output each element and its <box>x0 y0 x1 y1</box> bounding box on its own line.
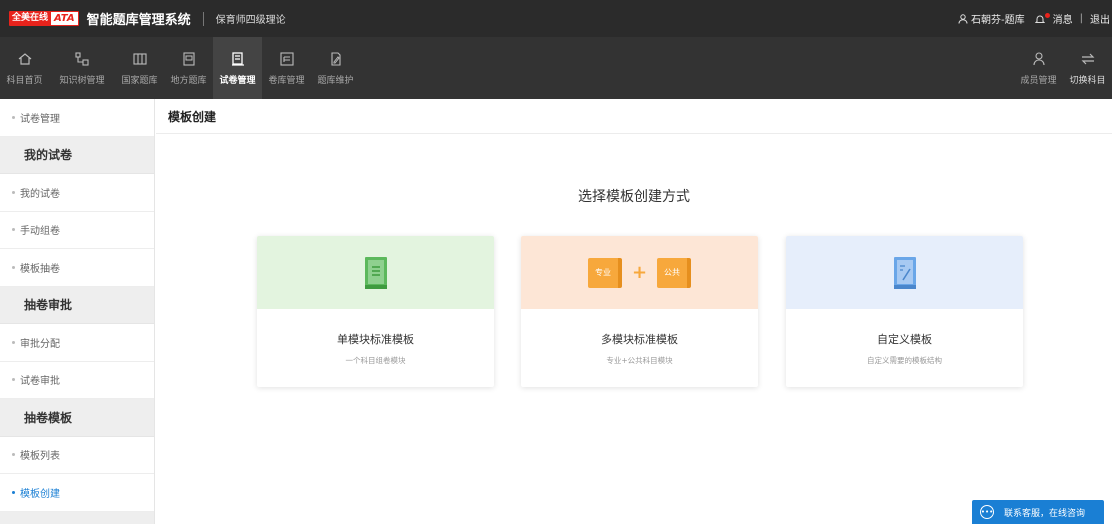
messages-label: 消息 <box>1052 15 1073 26</box>
bullet-dot <box>12 378 15 382</box>
sidebar: 试卷管理 我的试卷 我的试卷 手动组卷 模板抽卷 抽卷审批 审批分配 试卷审批 … <box>0 99 155 524</box>
sidebar-item-template-create[interactable]: 模板创建 <box>0 474 154 512</box>
nav-label: 科目首页 <box>6 75 43 86</box>
sidebar-item-approval-assign[interactable]: 审批分配 <box>0 324 154 362</box>
sidebar-item-template-list[interactable]: 模板列表 <box>0 437 154 474</box>
bullet-dot <box>12 115 15 119</box>
online-support-label: 联系客服，在线咨询 <box>1004 508 1086 519</box>
user-name: 石朝芬-题库 <box>971 15 1025 26</box>
top-header-bar: 全美在线 ATA 智能题库管理系统 保育师四级理论 石朝芬-题库 消息 | 退出 <box>0 0 1112 37</box>
main-nav: 科目首页 知识树管理 国家题库 地方题库 试卷管理 卷库管理 题库维护 成员管理… <box>0 37 1112 99</box>
sidebar-group-templates: 抽卷模板 <box>0 399 154 437</box>
brand-logo[interactable]: 全美在线 ATA <box>9 11 79 26</box>
bullet-dot <box>12 265 15 269</box>
page-title: 模板创建 <box>156 99 1112 134</box>
message-badge <box>1044 13 1050 18</box>
card-title: 单模块标准模板 <box>337 333 414 346</box>
choose-method-heading: 选择模板创建方式 <box>578 189 690 205</box>
paper-icon <box>231 51 244 66</box>
card-single-module-template[interactable]: 单模块标准模板 一个科目组卷模块 <box>257 236 494 387</box>
nav-paper-bank[interactable]: 卷库管理 <box>262 37 311 99</box>
blue-edit-book-icon <box>893 256 916 289</box>
sidebar-item-my-papers[interactable]: 我的试卷 <box>0 174 154 212</box>
home-icon <box>18 52 31 65</box>
nav-bank-maintenance[interactable]: 题库维护 <box>311 37 360 99</box>
brand-ata-text: ATA <box>51 12 78 25</box>
nav-local-bank[interactable]: 地方题库 <box>164 37 213 99</box>
sidebar-footer-strip <box>0 511 154 524</box>
user-icon <box>958 13 968 24</box>
sidebar-item-label: 我的试卷 <box>20 188 60 200</box>
nav-knowledge-tree[interactable]: 知识树管理 <box>49 37 115 99</box>
sidebar-group-approval: 抽卷审批 <box>0 286 154 324</box>
user-menu[interactable]: 石朝芬-题库 <box>958 11 1025 26</box>
switch-icon <box>1081 53 1094 64</box>
card-banner <box>786 236 1023 309</box>
professional-book-icon: 专业 <box>587 257 622 288</box>
card-title: 自定义模板 <box>877 333 932 346</box>
nav-switch-subject[interactable]: 切换科目 <box>1063 37 1112 99</box>
bullet-dot <box>12 228 15 232</box>
header-divider <box>202 11 204 26</box>
sidebar-item-label: 审批分配 <box>20 338 60 350</box>
plus-icon: + <box>631 262 648 283</box>
nav-subject-home[interactable]: 科目首页 <box>0 37 49 99</box>
online-support-button[interactable]: ••• 联系客服，在线咨询 <box>972 500 1104 524</box>
card-description: 一个科目组卷模块 <box>345 356 406 365</box>
sidebar-item-paper-approval[interactable]: 试卷审批 <box>0 362 154 399</box>
nav-paper-management[interactable]: 试卷管理 <box>213 37 262 99</box>
card-banner: 专业 + 公共 <box>521 236 758 309</box>
national-bank-icon <box>132 52 147 65</box>
logout-link[interactable]: 退出 <box>1090 11 1110 26</box>
card-banner <box>257 236 494 309</box>
header-separator: | <box>1079 13 1083 24</box>
nav-label: 国家题库 <box>121 75 158 86</box>
sidebar-item-paper-management[interactable]: 试卷管理 <box>0 99 154 137</box>
brand-cn-text: 全美在线 <box>12 13 49 23</box>
bullet-dot <box>12 340 15 344</box>
green-book-icon <box>364 256 387 289</box>
main-content: 模板创建 选择模板创建方式 单模块标准模板 一个科目组卷模块 专业 + 公共 多… <box>156 99 1112 524</box>
system-title: 智能题库管理系统 <box>86 13 191 28</box>
nav-label: 卷库管理 <box>268 75 305 86</box>
current-subject: 保育师四级理论 <box>215 15 286 26</box>
sidebar-item-template-draw[interactable]: 模板抽卷 <box>0 249 154 287</box>
sidebar-item-manual-compose[interactable]: 手动组卷 <box>0 212 154 249</box>
nav-right-group: 成员管理 切换科目 <box>1014 37 1112 99</box>
sidebar-group-my-papers: 我的试卷 <box>0 136 154 174</box>
nav-label: 地方题库 <box>170 75 207 86</box>
nav-national-bank[interactable]: 国家题库 <box>115 37 164 99</box>
nav-label: 题库维护 <box>317 75 354 86</box>
sidebar-item-label: 试卷管理 <box>20 113 60 125</box>
maintenance-icon <box>330 51 341 66</box>
sidebar-item-label: 模板抽卷 <box>20 263 60 275</box>
tree-icon <box>75 51 89 66</box>
sidebar-item-label: 手动组卷 <box>20 226 60 238</box>
bell-icon <box>1034 15 1045 23</box>
messages-link[interactable]: 消息 <box>1034 11 1073 26</box>
public-book-icon: 公共 <box>657 257 692 288</box>
header-user-area: 石朝芬-题库 消息 | 退出 <box>958 0 1112 37</box>
card-description: 专业+公共科目模块 <box>606 356 673 365</box>
nav-label: 试卷管理 <box>219 75 256 86</box>
nav-member-management[interactable]: 成员管理 <box>1014 37 1063 99</box>
nav-label: 成员管理 <box>1020 75 1057 86</box>
card-custom-template[interactable]: 自定义模板 自定义需要的模板结构 <box>786 236 1023 387</box>
bullet-dot <box>12 490 15 494</box>
nav-label: 切换科目 <box>1069 75 1106 86</box>
nav-label: 知识树管理 <box>59 75 105 86</box>
card-title: 多模块标准模板 <box>601 333 678 346</box>
members-icon <box>1032 51 1045 65</box>
sidebar-item-label: 模板创建 <box>20 488 60 500</box>
card-description: 自定义需要的模板结构 <box>867 356 942 365</box>
local-bank-icon <box>182 51 195 66</box>
sidebar-item-label: 试卷审批 <box>20 376 60 388</box>
paper-bank-icon <box>279 51 294 66</box>
bullet-dot <box>12 190 15 194</box>
sidebar-item-label: 模板列表 <box>20 451 60 463</box>
card-multi-module-template[interactable]: 专业 + 公共 多模块标准模板 专业+公共科目模块 <box>521 236 758 387</box>
bullet-dot <box>12 453 15 457</box>
chat-bubble-icon: ••• <box>980 505 994 519</box>
